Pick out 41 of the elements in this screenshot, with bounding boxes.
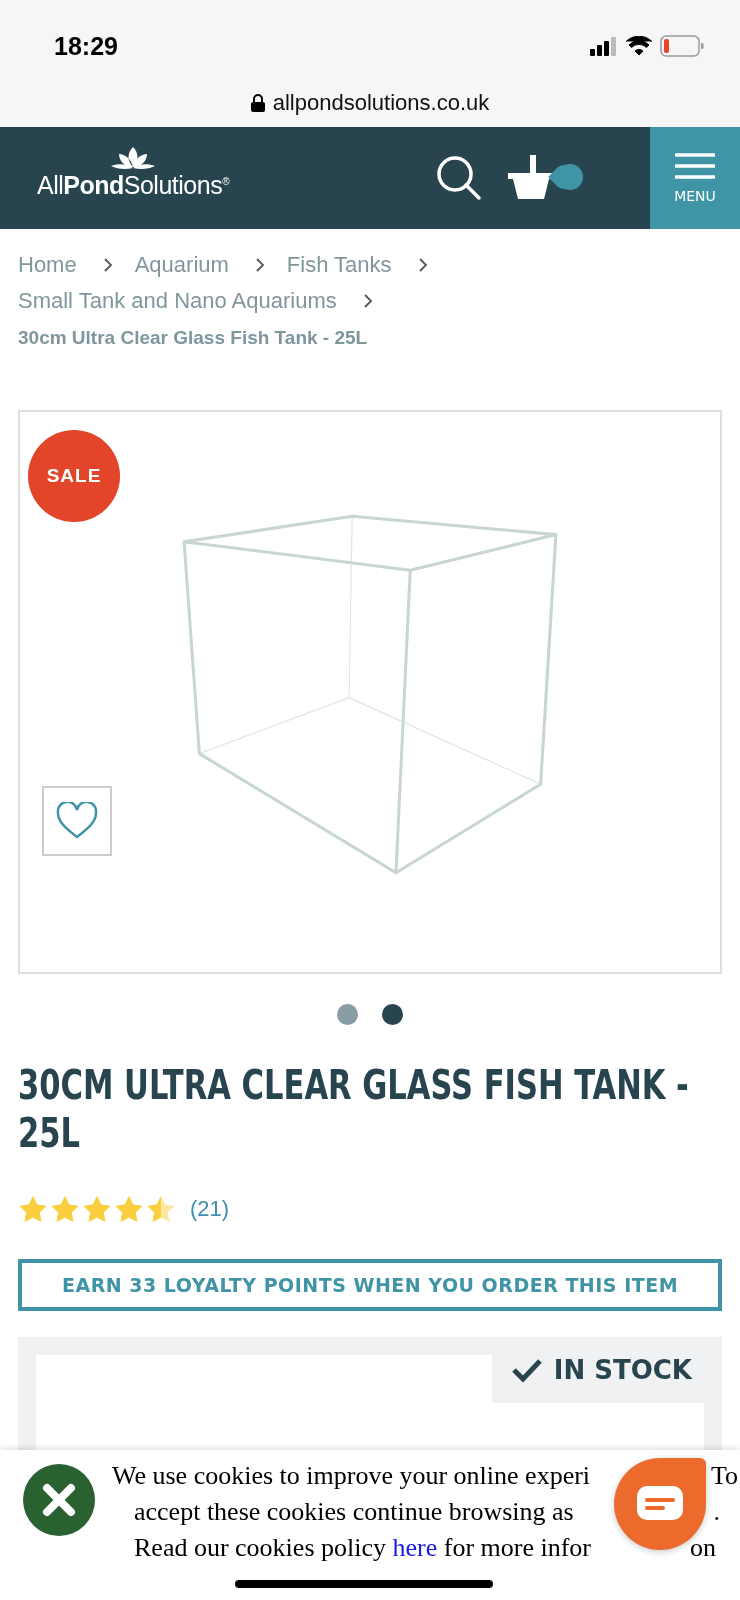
star-icon xyxy=(114,1195,144,1223)
menu-button[interactable]: MENU xyxy=(650,127,740,229)
cookie-notice-text: on xyxy=(690,1532,716,1564)
breadcrumb-link[interactable]: Small Tank and Nano Aquariums xyxy=(18,288,337,313)
cookie-notice-text: accept these cookies continue browsing as xyxy=(134,1496,574,1528)
clock-time: 18:29 xyxy=(54,31,118,61)
carousel-dot[interactable] xyxy=(382,1004,403,1025)
wishlist-button[interactable] xyxy=(42,786,112,856)
chevron-icon xyxy=(362,293,373,309)
checkmark-icon xyxy=(511,1358,542,1382)
battery-icon xyxy=(660,35,704,57)
chevron-icon xyxy=(417,257,428,273)
wifi-icon xyxy=(626,36,652,56)
product-title: 30CM ULTRA CLEAR GLASS FISH TANK - 25L xyxy=(18,1061,690,1157)
loyalty-points-banner: EARN 33 LOYALTY POINTS WHEN YOU ORDER THIS ITEM xyxy=(18,1259,722,1311)
breadcrumb-link[interactable]: Home xyxy=(18,252,77,277)
breadcrumb-link[interactable]: Fish Tanks xyxy=(286,252,392,277)
cookie-notice-text: Read our cookies policy here for more infor xyxy=(134,1532,592,1564)
chevron-icon xyxy=(254,257,265,273)
store-logo[interactable]: AllPondSolutions$^{®}$ xyxy=(0,127,248,229)
cookie-notice-text: . xyxy=(713,1496,720,1528)
sale-badge: SALE xyxy=(28,430,120,522)
star-icon xyxy=(82,1195,112,1223)
review-count-link[interactable]: (21) xyxy=(190,1196,230,1222)
lock-icon xyxy=(250,94,265,112)
url-text: allpondsolutions.co.uk xyxy=(272,90,490,116)
cookie-notice-text: To xyxy=(710,1460,738,1492)
menu-icon[interactable] xyxy=(675,152,715,180)
cookie-notice-text: We use cookies to improve your online experi xyxy=(112,1460,591,1492)
star-icon xyxy=(18,1195,48,1223)
heart-icon[interactable] xyxy=(56,802,98,840)
star-icon xyxy=(50,1195,80,1223)
breadcrumb-link[interactable]: Aquarium xyxy=(134,252,229,277)
chevron-icon xyxy=(102,257,113,273)
search-icon[interactable] xyxy=(436,155,482,201)
star-icon xyxy=(146,1195,176,1223)
close-icon[interactable] xyxy=(42,1483,76,1517)
cookie-policy-link[interactable]: here xyxy=(392,1533,438,1562)
signal-icon xyxy=(590,36,618,56)
current-page-crumb: 30cm Ultra Clear Glass Fish Tank - 25L xyxy=(18,327,368,348)
carousel-dot[interactable] xyxy=(337,1004,358,1025)
